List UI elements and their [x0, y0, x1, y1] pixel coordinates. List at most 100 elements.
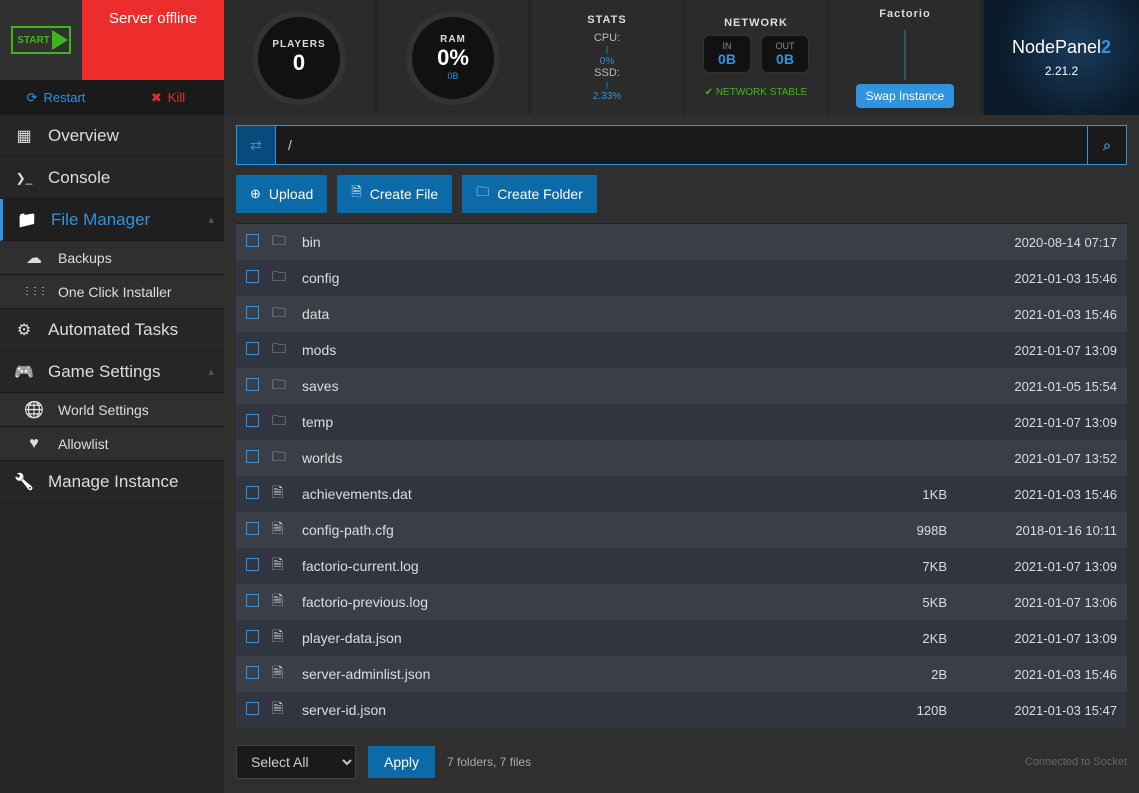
network-card: NETWORK IN0B OUT0B NETWORK STABLE	[686, 0, 826, 115]
row-checkbox[interactable]	[246, 234, 272, 250]
restart-button[interactable]: Restart	[0, 80, 112, 115]
kill-button[interactable]: Kill	[112, 80, 224, 115]
row-checkbox[interactable]	[246, 558, 272, 574]
file-size: 120B	[827, 703, 947, 718]
file-date: 2021-01-03 15:46	[947, 487, 1117, 502]
path-sync-button[interactable]	[236, 125, 276, 165]
file-name: bin	[302, 234, 827, 250]
nav-world-settings[interactable]: World Settings	[0, 393, 224, 427]
row-checkbox[interactable]	[246, 342, 272, 358]
file-row[interactable]: factorio-previous.log5KB2021-01-07 13:06	[236, 584, 1127, 620]
grid-small-icon	[24, 282, 44, 302]
file-row[interactable]: bin 2020-08-14 07:17	[236, 224, 1127, 260]
file-row[interactable]: factorio-current.log7KB2021-01-07 13:09	[236, 548, 1127, 584]
heart-icon	[24, 434, 44, 454]
server-status: Server offline	[82, 0, 224, 80]
file-date: 2021-01-07 13:52	[947, 451, 1117, 466]
row-checkbox[interactable]	[246, 414, 272, 430]
file-row[interactable]: config2021-01-03 15:46	[236, 260, 1127, 296]
grid-icon	[14, 126, 34, 146]
file-name: server-adminlist.json	[302, 666, 827, 682]
file-date: 2021-01-05 15:54	[947, 379, 1117, 394]
apply-button[interactable]: Apply	[368, 746, 435, 778]
game-preview	[904, 30, 906, 80]
row-checkbox[interactable]	[246, 450, 272, 466]
file-row[interactable]: achievements.dat1KB2021-01-03 15:46	[236, 476, 1127, 512]
nav-allowlist[interactable]: Allowlist	[0, 427, 224, 461]
row-checkbox[interactable]	[246, 378, 272, 394]
file-date: 2020-08-14 07:17	[947, 235, 1117, 250]
stats-card: STATS CPU: 0% SSD: 2.33%	[532, 0, 682, 115]
file-row[interactable]: server-id.json120B2021-01-03 15:47	[236, 692, 1127, 728]
folder-icon	[272, 230, 302, 254]
nav-game-settings[interactable]: Game Settings▴	[0, 351, 224, 393]
row-checkbox[interactable]	[246, 306, 272, 322]
start-button[interactable]: START	[0, 0, 82, 80]
create-file-button[interactable]: Create File	[337, 175, 452, 213]
create-folder-button[interactable]: Create Folder	[462, 175, 597, 213]
nav-overview[interactable]: Overview	[0, 115, 224, 157]
search-button[interactable]	[1087, 125, 1127, 165]
folder-icon	[272, 302, 302, 326]
upload-icon	[250, 186, 261, 202]
row-checkbox[interactable]	[246, 666, 272, 682]
globe-icon	[24, 400, 44, 420]
path-bar	[236, 125, 1127, 165]
row-checkbox[interactable]	[246, 522, 272, 538]
file-icon	[272, 554, 302, 578]
chevron-up-icon: ▴	[208, 213, 214, 226]
swap-instance-button[interactable]: Swap Instance	[856, 84, 955, 108]
file-name: mods	[302, 342, 827, 358]
folder-icon	[272, 374, 302, 398]
cloud-icon	[24, 248, 44, 268]
row-checkbox[interactable]	[246, 702, 272, 718]
file-row[interactable]: config-path.cfg998B2018-01-16 10:11	[236, 512, 1127, 548]
top-bar: START Server offline Restart Kill PLAYER…	[0, 0, 1139, 115]
file-size: 5KB	[827, 595, 947, 610]
upload-button[interactable]: Upload	[236, 175, 327, 213]
folder-icon	[272, 266, 302, 290]
file-row[interactable]: player-data.json2KB2021-01-07 13:09	[236, 620, 1127, 656]
chevron-up-icon: ▴	[208, 365, 214, 378]
file-size: 7KB	[827, 559, 947, 574]
file-row[interactable]: server-adminlist.json2B2021-01-03 15:46	[236, 656, 1127, 692]
file-icon	[272, 626, 302, 650]
players-gauge: PLAYERS0	[224, 0, 374, 115]
path-input[interactable]	[276, 125, 1087, 165]
file-icon	[351, 183, 361, 205]
nav-automated-tasks[interactable]: Automated Tasks	[0, 309, 224, 351]
content: Upload Create File Create Folder bin 2020…	[224, 115, 1139, 793]
file-row[interactable]: saves2021-01-05 15:54	[236, 368, 1127, 404]
file-date: 2018-01-16 10:11	[947, 523, 1117, 538]
terminal-icon	[14, 168, 34, 188]
row-checkbox[interactable]	[246, 270, 272, 286]
file-name: config	[302, 270, 827, 286]
row-checkbox[interactable]	[246, 594, 272, 610]
select-all-dropdown[interactable]: Select All	[236, 745, 356, 779]
refresh-icon	[27, 90, 38, 106]
nav-one-click[interactable]: One Click Installer	[0, 275, 224, 309]
row-checkbox[interactable]	[246, 630, 272, 646]
folder-icon	[272, 410, 302, 434]
game-card: Factorio Swap Instance	[830, 0, 980, 115]
file-name: achievements.dat	[302, 486, 827, 502]
folder-icon	[17, 210, 37, 230]
nav-manage-instance[interactable]: Manage Instance	[0, 461, 224, 503]
row-checkbox[interactable]	[246, 486, 272, 502]
search-icon	[1103, 137, 1111, 154]
file-summary: 7 folders, 7 files	[447, 755, 531, 769]
nav-console[interactable]: Console	[0, 157, 224, 199]
file-row[interactable]: temp2021-01-07 13:09	[236, 404, 1127, 440]
file-date: 2021-01-07 13:09	[947, 343, 1117, 358]
file-date: 2021-01-07 13:06	[947, 595, 1117, 610]
socket-status: Connected to Socket	[1025, 756, 1127, 768]
file-row[interactable]: worlds2021-01-07 13:52	[236, 440, 1127, 476]
file-size: 2B	[827, 667, 947, 682]
nav-backups[interactable]: Backups	[0, 241, 224, 275]
sidebar: Overview Console File Manager▴ Backups O…	[0, 115, 224, 793]
file-date: 2021-01-07 13:09	[947, 559, 1117, 574]
nav-file-manager[interactable]: File Manager▴	[0, 199, 224, 241]
file-name: factorio-current.log	[302, 558, 827, 574]
file-row[interactable]: mods 2021-01-07 13:09	[236, 332, 1127, 368]
file-row[interactable]: data2021-01-03 15:46	[236, 296, 1127, 332]
